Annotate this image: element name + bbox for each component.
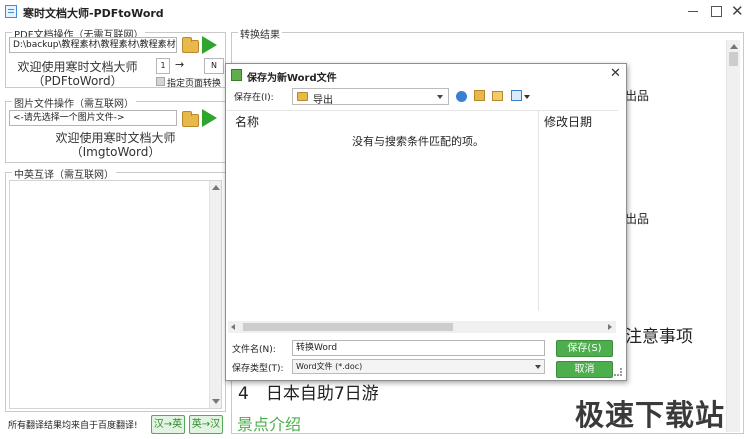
dialog-title: 保存为新Word文件 [247,73,337,84]
dialog-close-button[interactable]: ✕ [610,66,621,81]
image-group-title: 图片文件操作（需互联网） [12,95,136,110]
scroll-up-icon[interactable] [212,185,220,190]
specify-pages-label: 指定页面转换 [167,79,222,89]
save-in-dropdown[interactable]: 导出 [292,88,449,106]
chevron-down-icon [437,95,443,99]
app-icon [5,5,17,18]
column-header-name[interactable]: 名称 [235,113,259,130]
result-group-title: 转换结果 [238,26,282,41]
scroll-left-icon[interactable] [231,324,235,330]
view-menu-chevron-icon[interactable] [524,95,530,99]
pdf-welcome-line1: 欢迎使用寒时文档大师 [17,60,138,74]
chevron-down-icon [535,365,541,369]
convert-play-icon[interactable] [202,36,217,54]
translate-scrollbar[interactable] [209,181,221,408]
dialog-app-icon [231,69,242,81]
image-path-field[interactable]: <-请先选择一个图片文件-> [9,110,177,126]
column-divider [538,111,539,311]
result-scrollbar[interactable] [726,40,740,432]
folder-icon [297,92,308,101]
title-bar: 寒时文档大师-PDFtoWord ✕ [0,0,750,24]
translate-group-title: 中英互译（需互联网） [12,166,116,181]
filetype-value: Word文件 (*.doc) [296,362,363,371]
image-welcome-line2: （ImgtoWord） [70,145,161,159]
result-line-5: 景点介绍 [237,415,302,434]
zh-to-en-button[interactable]: 汉→英 [151,415,185,434]
pdf-path-field[interactable]: D:\backup\教程素材\教程素材\教程素材 [9,37,177,53]
scroll-thumb[interactable] [729,52,738,66]
scroll-down-icon[interactable] [212,399,220,404]
scroll-right-icon[interactable] [608,324,612,330]
maximize-button[interactable] [711,6,722,17]
page-to-field[interactable]: N [204,58,224,74]
result-line-3: 注意事项 [625,327,693,347]
specify-pages-checkbox[interactable] [156,77,165,86]
open-folder-icon[interactable] [182,111,199,127]
result-line-4: 4 日本自助7日游 [238,384,379,404]
minimize-button[interactable] [688,11,698,12]
image-welcome-text: 欢迎使用寒时文档大师 （ImgtoWord） [5,131,226,159]
view-menu-icon[interactable] [511,90,522,101]
image-welcome-line1: 欢迎使用寒时文档大师 [55,131,176,145]
open-folder-icon[interactable] [182,37,199,53]
window-title: 寒时文档大师-PDFtoWord [23,7,164,20]
resize-grip-icon[interactable] [614,368,622,376]
up-folder-icon[interactable] [474,90,485,101]
new-folder-icon[interactable] [492,91,503,101]
file-list[interactable]: 名称 修改日期 没有与搜索条件匹配的项。 [226,110,618,321]
result-line-1: 出品 [625,89,650,103]
filename-input[interactable]: 转换Word [292,340,545,356]
column-header-modified[interactable]: 修改日期 [544,113,592,130]
convert-play-icon[interactable] [202,109,217,127]
close-button[interactable]: ✕ [731,2,744,20]
save-in-value: 导出 [313,95,333,106]
filetype-label: 保存类型(T): [232,364,284,374]
save-dialog: 保存为新Word文件 ✕ 保存在(I): 导出 名称 修改日期 没有与搜索条件匹… [225,63,627,381]
filename-label: 文件名(N): [232,345,276,355]
translate-textarea[interactable] [9,180,222,409]
save-in-label: 保存在(I): [234,93,274,103]
back-icon[interactable] [456,91,467,102]
save-button[interactable]: 保存(S) [556,340,613,357]
empty-list-message: 没有与搜索条件匹配的项。 [352,135,484,148]
result-line-2: 出品 [625,212,650,226]
watermark-logo: 极速下载站 [575,398,726,432]
page-range-arrow: → [175,58,185,71]
scroll-up-icon[interactable] [730,44,738,49]
pdf-welcome-line2: （PDFtoWord） [32,74,123,88]
en-to-zh-button[interactable]: 英→汉 [189,415,223,434]
pdf-welcome-text: 欢迎使用寒时文档大师 （PDFtoWord） [10,60,145,88]
page-from-field[interactable]: 1 [156,58,170,74]
cancel-button[interactable]: 取消 [556,361,613,378]
translate-footer-note: 所有翻译结果均来自于百度翻译! [8,421,138,431]
hscroll-thumb[interactable] [243,323,453,331]
filetype-select[interactable]: Word文件 (*.doc) [292,359,545,374]
file-list-hscrollbar[interactable] [228,321,616,333]
